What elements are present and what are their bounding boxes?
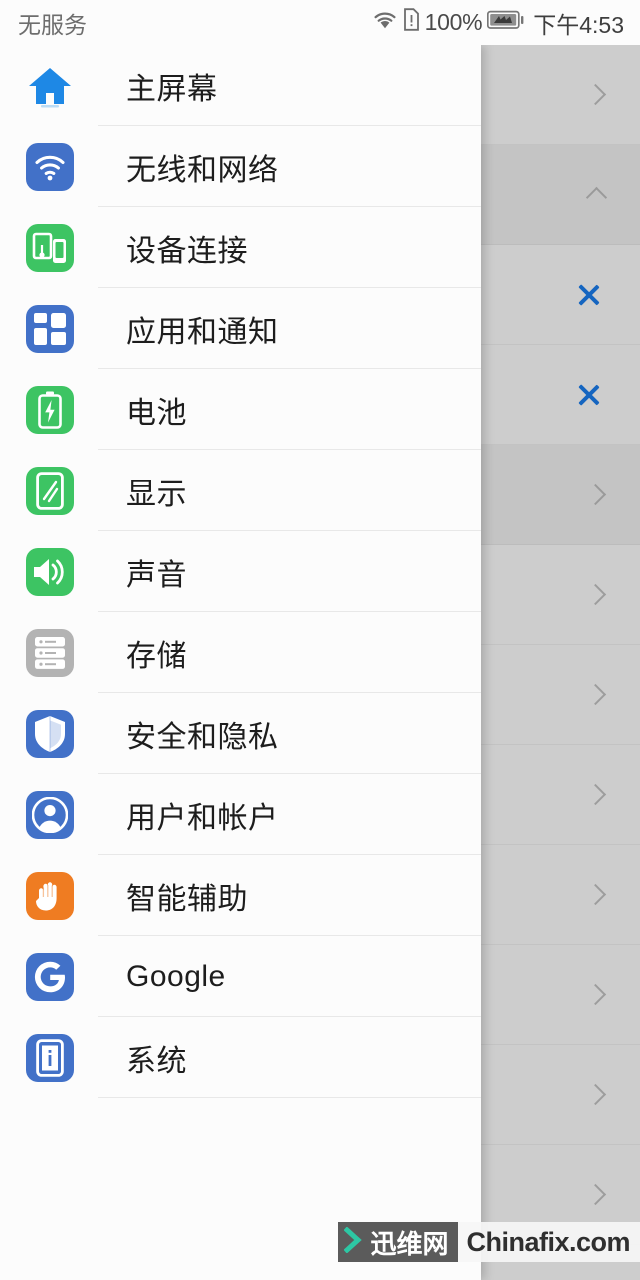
status-bar: 无服务 100% 下午4:53 (0, 0, 640, 45)
background-list-row[interactable] (481, 245, 640, 345)
watermark-en-text: Chinafix.com (466, 1226, 630, 1257)
sim-alert-icon (403, 8, 420, 37)
chevron-right-icon[interactable] (586, 685, 606, 705)
storage-icon (26, 628, 74, 677)
apps-grid-icon (26, 304, 74, 353)
drawer-item-9[interactable]: 安全和隐私 (0, 693, 481, 774)
carrier-label: 无服务 (18, 11, 87, 38)
chevron-right-icon[interactable] (586, 1185, 606, 1205)
status-bar-right-group: 100% 下午4:53 (372, 6, 624, 40)
battery-icon (487, 9, 525, 36)
battery-percent-label: 100% (424, 9, 483, 35)
watermark-cn-text: 迅维网 (370, 1228, 449, 1259)
watermark-cn-box: 迅维网 (338, 1222, 459, 1262)
user-account-icon (26, 790, 74, 839)
drawer-item-10[interactable]: 用户和帐户 (0, 774, 481, 855)
background-list-row[interactable] (481, 945, 640, 1045)
battery-icon (26, 385, 74, 434)
drawer-item-7[interactable]: 声音 (0, 531, 481, 612)
drawer-item-12[interactable]: Google (0, 936, 481, 1017)
system-info-icon (26, 1033, 74, 1082)
background-list-row[interactable] (481, 845, 640, 945)
background-settings-list-scrim[interactable] (481, 45, 640, 1280)
drawer-item-label: 应用和通知 (126, 315, 279, 349)
chevron-right-icon[interactable] (586, 785, 606, 805)
drawer-item-label: 存储 (126, 639, 187, 673)
background-list-row[interactable] (481, 145, 640, 245)
close-x-icon[interactable] (572, 378, 606, 412)
sound-speaker-icon (26, 547, 74, 596)
hand-assist-icon (26, 871, 74, 920)
drawer-item-8[interactable]: 存储 (0, 612, 481, 693)
navigation-drawer: 主屏幕无线和网络设备连接应用和通知电池显示声音存储安全和隐私用户和帐户智能辅助 G… (0, 45, 481, 1280)
drawer-item-1[interactable]: 主屏幕 (0, 45, 481, 126)
drawer-item-5[interactable]: 电池 (0, 369, 481, 450)
background-list-row[interactable] (481, 1045, 640, 1145)
background-list-row[interactable] (481, 445, 640, 545)
background-list-row[interactable] (481, 345, 640, 445)
wifi-icon (26, 142, 74, 191)
chevron-up-icon[interactable] (586, 185, 606, 205)
drawer-item-label: 智能辅助 (126, 882, 248, 916)
phone-screen: 主屏幕无线和网络设备连接应用和通知电池显示声音存储安全和隐私用户和帐户智能辅助 G… (0, 0, 640, 1280)
home-icon (26, 62, 74, 110)
shield-icon (26, 709, 74, 758)
device-connect-icon (26, 223, 74, 272)
drawer-item-label: 声音 (126, 558, 187, 592)
watermark-chevron-icon (343, 1225, 366, 1258)
watermark-en-box: Chinafix.com (458, 1222, 640, 1262)
drawer-item-label: 设备连接 (126, 234, 248, 268)
wifi-icon (372, 9, 398, 37)
google-g-icon (26, 952, 74, 1001)
drawer-item-label: 主屏幕 (126, 72, 218, 106)
chevron-right-icon[interactable] (586, 585, 606, 605)
drawer-item-label: 系统 (126, 1044, 187, 1078)
chevron-right-icon[interactable] (586, 1085, 606, 1105)
chevron-right-icon[interactable] (586, 485, 606, 505)
drawer-divider (98, 1097, 481, 1098)
background-list-row[interactable] (481, 745, 640, 845)
drawer-item-label: 安全和隐私 (126, 720, 279, 754)
drawer-item-label: 电池 (126, 396, 187, 430)
clock-label: 下午4:53 (533, 11, 624, 38)
background-list-row[interactable] (481, 45, 640, 145)
drawer-item-6[interactable]: 显示 (0, 450, 481, 531)
background-list-row[interactable] (481, 545, 640, 645)
chevron-right-icon[interactable] (586, 985, 606, 1005)
drawer-item-label: 显示 (126, 477, 187, 511)
drawer-item-label: 无线和网络 (126, 153, 279, 187)
drawer-item-label: Google (126, 959, 226, 993)
drawer-item-13[interactable]: 系统 (0, 1017, 481, 1098)
drawer-item-4[interactable]: 应用和通知 (0, 288, 481, 369)
close-x-icon[interactable] (572, 278, 606, 312)
chevron-right-icon[interactable] (586, 85, 606, 105)
chevron-right-icon[interactable] (586, 885, 606, 905)
watermark: 迅维网 Chinafix.com (338, 1222, 640, 1262)
drawer-item-2[interactable]: 无线和网络 (0, 126, 481, 207)
display-icon (26, 466, 74, 515)
background-list-row[interactable] (481, 645, 640, 745)
drawer-item-label: 用户和帐户 (126, 801, 279, 835)
drawer-item-11[interactable]: 智能辅助 (0, 855, 481, 936)
drawer-item-3[interactable]: 设备连接 (0, 207, 481, 288)
